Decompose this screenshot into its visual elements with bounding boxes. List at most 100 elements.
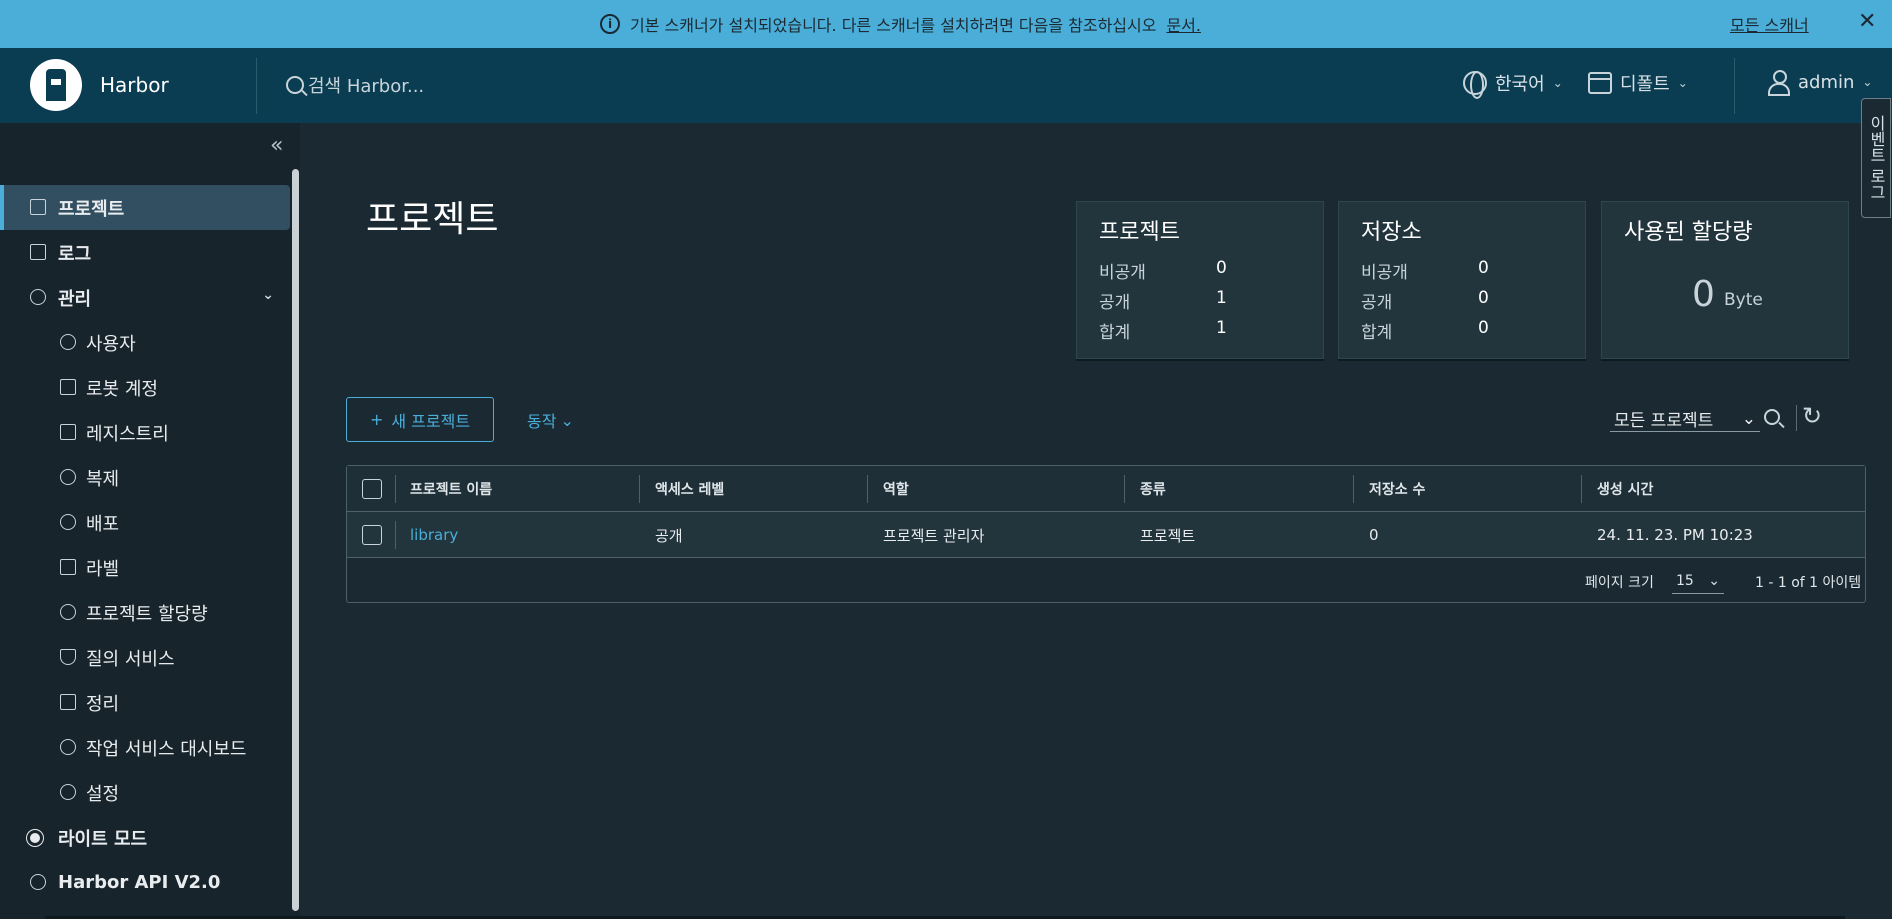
plus-icon: + xyxy=(369,410,384,429)
sidebar-item-label: 설정 xyxy=(86,783,120,805)
app-header: Harbor 검색 Harbor... 한국어 ⌄ 디폴트 ⌄ admin ⌄ xyxy=(0,48,1892,123)
project-filter-select[interactable]: 모든 프로젝트 ⌄ xyxy=(1610,406,1760,432)
card-title: 프로젝트 xyxy=(1099,220,1180,245)
user-name: admin xyxy=(1798,71,1855,93)
collapse-sidebar-icon[interactable]: « xyxy=(270,133,283,158)
type: 프로젝트 xyxy=(1140,526,1196,545)
column-header-created[interactable]: 생성 시간 xyxy=(1597,466,1653,512)
column-header-access[interactable]: 액세스 레벨 xyxy=(655,466,724,512)
search-icon[interactable] xyxy=(1764,409,1780,425)
column-separator xyxy=(867,475,868,503)
all-scanners-link[interactable]: 모든 스캐너 xyxy=(1730,12,1809,36)
user-menu[interactable]: admin ⌄ xyxy=(1768,70,1873,96)
banner-doc-link[interactable]: 문서. xyxy=(1166,12,1201,36)
chevron-down-icon: ⌄ xyxy=(1677,76,1688,90)
public-count: 1 xyxy=(1216,288,1227,308)
column-separator xyxy=(639,475,640,503)
page-size-value: 15 xyxy=(1676,572,1694,589)
event-log-tab[interactable]: 이벤트 로그 xyxy=(1861,98,1891,218)
total-count: 0 xyxy=(1478,318,1489,338)
column-separator xyxy=(1124,475,1125,503)
column-header-type[interactable]: 종류 xyxy=(1140,466,1166,512)
robot-icon xyxy=(60,379,76,395)
public-label: 공개 xyxy=(1361,293,1393,313)
shield-icon xyxy=(60,649,76,665)
sidebar-item-job-service-dashboard[interactable]: 작업 서비스 대시보드 xyxy=(0,725,290,770)
refresh-icon[interactable]: ↻ xyxy=(1802,402,1822,430)
sidebar-item-labels[interactable]: 라벨 xyxy=(0,545,290,590)
global-search[interactable]: 검색 Harbor... xyxy=(286,72,424,98)
sidebar-item-robot-accounts[interactable]: 로봇 계정 xyxy=(0,365,290,410)
chevron-down-icon: ⌄ xyxy=(1741,408,1756,429)
chevron-down-icon: ⌄ xyxy=(1862,75,1873,89)
chevron-down-icon: ⌄ xyxy=(262,287,274,303)
quota-value: 0 xyxy=(1692,274,1715,315)
total-label: 합계 xyxy=(1099,323,1131,343)
sidebar-scrollbar[interactable] xyxy=(292,169,299,911)
sidebar-item-light-mode[interactable]: 라이트 모드 xyxy=(0,815,290,860)
chevron-down-icon: ⌄ xyxy=(1552,76,1563,90)
sidebar-item-label: 라이트 모드 xyxy=(58,828,148,850)
sidebar-item-distributions[interactable]: 배포 xyxy=(0,500,290,545)
filter-value: 모든 프로젝트 xyxy=(1614,411,1714,431)
datetime-format-selector[interactable]: 디폴트 ⌄ xyxy=(1588,70,1688,96)
close-icon[interactable]: ✕ xyxy=(1858,9,1876,34)
sidebar-item-api[interactable]: Harbor API V2.0 xyxy=(0,860,290,905)
chevron-down-icon: ⌄ xyxy=(560,410,574,430)
pagination-count: 1 - 1 of 1 아이템 xyxy=(1755,575,1862,591)
language-selector[interactable]: 한국어 ⌄ xyxy=(1463,70,1563,99)
sidebar-item-users[interactable]: 사용자 xyxy=(0,320,290,365)
sidebar-item-label: 레지스트리 xyxy=(86,423,169,445)
select-all-checkbox[interactable] xyxy=(362,479,382,499)
user-icon xyxy=(1768,70,1790,96)
language-label: 한국어 xyxy=(1495,74,1545,95)
page-size-label: 페이지 크기 xyxy=(1585,575,1654,591)
action-dropdown[interactable]: 동작 ⌄ xyxy=(527,408,574,432)
sidebar-item-project-quotas[interactable]: 프로젝트 할당량 xyxy=(0,590,290,635)
sun-icon xyxy=(30,833,40,843)
sidebar-item-label: 작업 서비스 대시보드 xyxy=(86,738,247,760)
sidebar-item-replications[interactable]: 복제 xyxy=(0,455,290,500)
sidebar-item-clean-up[interactable]: 정리 xyxy=(0,680,290,725)
page-size-select[interactable]: 15 ⌄ xyxy=(1672,568,1724,594)
column-header-role[interactable]: 역할 xyxy=(883,466,909,512)
card-title: 사용된 할당량 xyxy=(1624,220,1753,245)
private-count: 0 xyxy=(1216,258,1227,278)
column-header-name[interactable]: 프로젝트 이름 xyxy=(410,466,492,512)
datetime-label: 디폴트 xyxy=(1620,74,1670,95)
banner-message: 기본 스캐너가 설치되었습니다. 다른 스캐너를 설치하려면 다음을 참조하십시… xyxy=(630,16,1157,35)
column-separator xyxy=(395,475,396,503)
projects-table: 프로젝트 이름 액세스 레벨 역할 종류 저장소 수 생성 시간 library… xyxy=(346,465,1866,603)
sidebar-item-projects[interactable]: 프로젝트 xyxy=(0,185,290,230)
sidebar-item-label: Harbor API V2.0 xyxy=(58,872,221,893)
distribution-icon xyxy=(60,514,76,530)
sidebar-item-logs[interactable]: 로그 xyxy=(0,230,290,275)
projects-summary-card: 프로젝트 비공개 0 공개 1 합계 1 xyxy=(1076,201,1324,359)
quota-used-card: 사용된 할당량 0 Byte xyxy=(1601,201,1849,359)
column-header-repo-count[interactable]: 저장소 수 xyxy=(1369,466,1425,512)
sidebar-item-interrogation-services[interactable]: 질의 서비스 xyxy=(0,635,290,680)
sidebar-item-label: 로그 xyxy=(58,243,92,265)
sidebar-item-label: 프로젝트 할당량 xyxy=(86,603,208,625)
private-count: 0 xyxy=(1478,258,1489,278)
quota-unit: Byte xyxy=(1724,290,1763,310)
sidebar-item-configuration[interactable]: 설정 xyxy=(0,770,290,815)
sidebar-item-admin[interactable]: 관리 ⌄ xyxy=(0,275,290,320)
action-label: 동작 xyxy=(527,412,557,431)
row-checkbox[interactable] xyxy=(362,525,382,545)
search-input[interactable]: 검색 Harbor... xyxy=(308,72,424,98)
column-separator xyxy=(1581,475,1582,503)
calendar-icon xyxy=(1588,72,1612,94)
column-separator xyxy=(1353,475,1354,503)
sidebar-nav: 프로젝트 로그 관리 ⌄ 사용자 로봇 계정 레지스트리 복제 배포 라벨 프로… xyxy=(0,185,290,905)
project-name-link[interactable]: library xyxy=(410,512,458,558)
new-project-button[interactable]: + 새 프로젝트 xyxy=(346,397,494,442)
harbor-logo-icon[interactable] xyxy=(30,59,82,111)
sidebar: « 프로젝트 로그 관리 ⌄ 사용자 로봇 계정 레지스트리 복제 배포 라벨 … xyxy=(0,123,300,919)
public-count: 0 xyxy=(1478,288,1489,308)
sidebar-item-label: 라벨 xyxy=(86,558,120,580)
trash-icon xyxy=(60,694,76,710)
brand-name[interactable]: Harbor xyxy=(100,73,169,97)
sidebar-item-registries[interactable]: 레지스트리 xyxy=(0,410,290,455)
banner-message-group: i 기본 스캐너가 설치되었습니다. 다른 스캐너를 설치하려면 다음을 참조하… xyxy=(600,12,1201,36)
